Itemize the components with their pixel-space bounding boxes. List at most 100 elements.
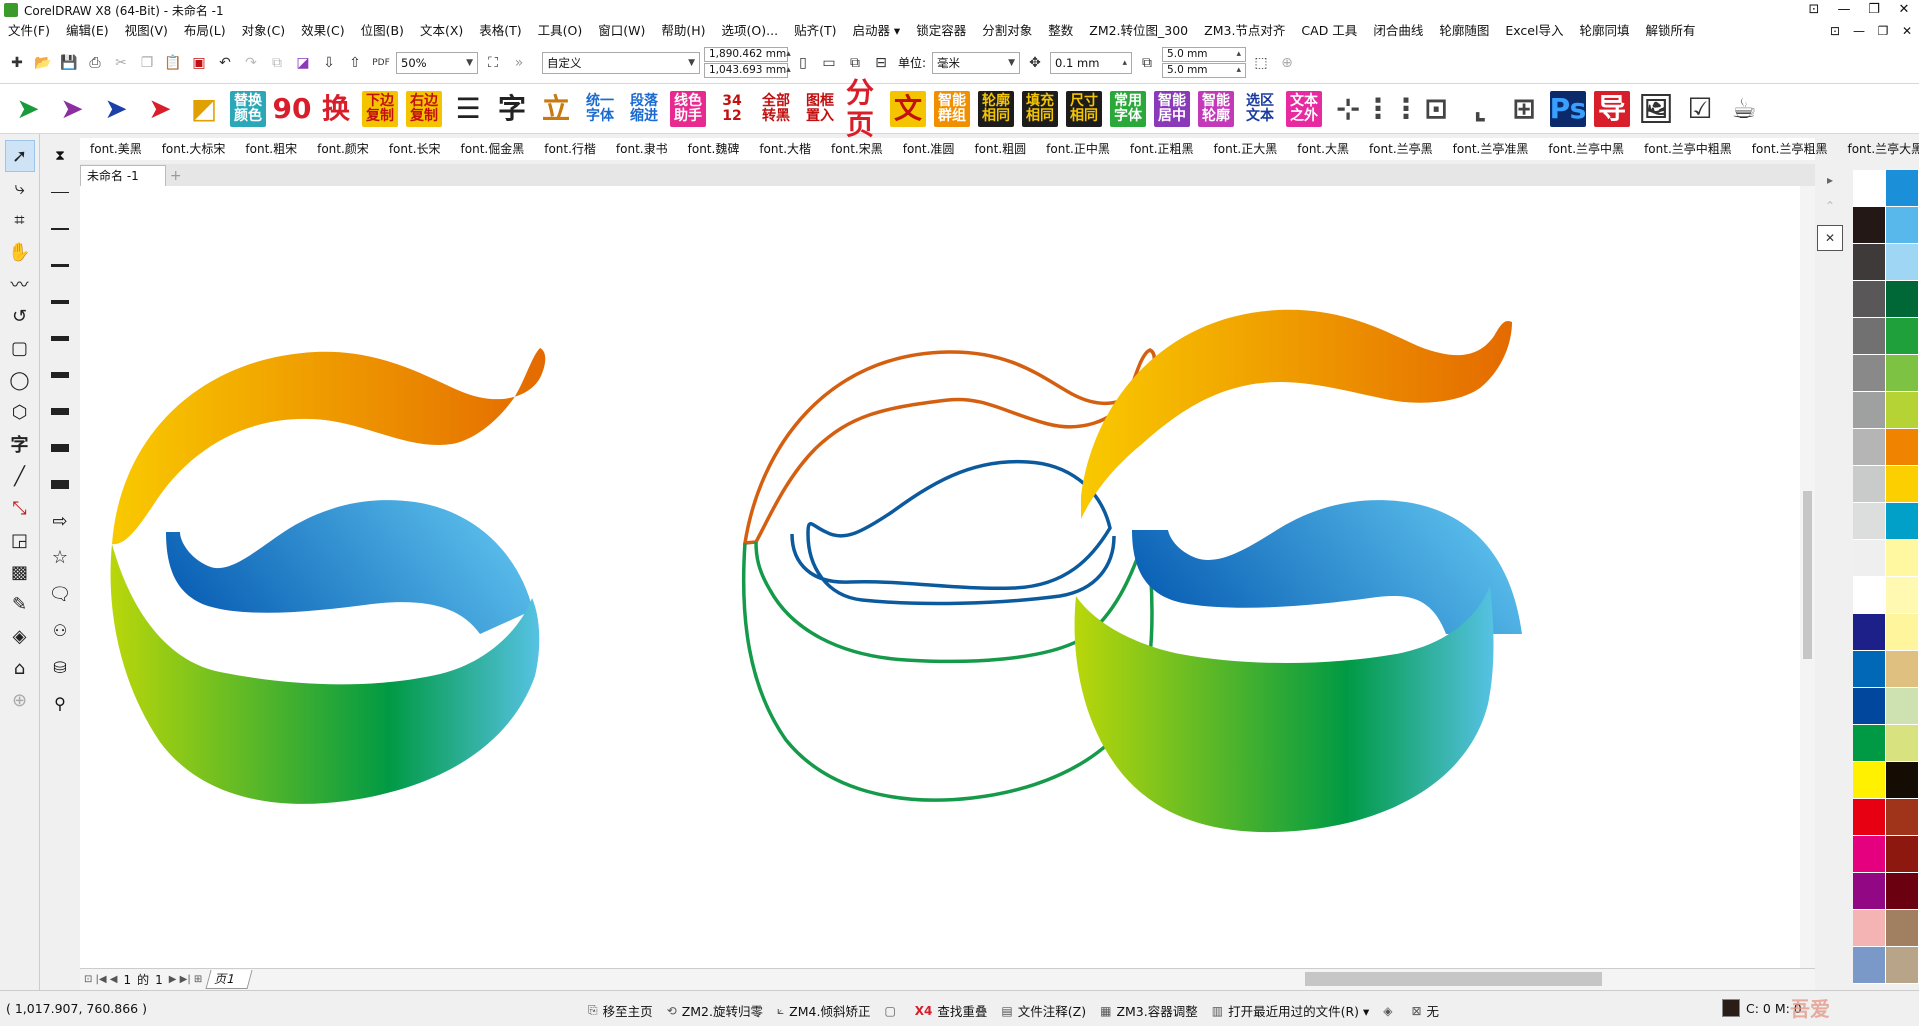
node-tool-icon[interactable]: ⚲ [45, 686, 75, 723]
zoom-level-select[interactable]: 50% ▼ [396, 51, 478, 74]
status-macro-button[interactable]: ⟀ ZM4.倾斜矫正 [777, 1001, 870, 1020]
dup-y-input[interactable]: 5.0 mm ▴ [1162, 63, 1247, 78]
menu-item[interactable]: 对象(C) [234, 20, 293, 42]
font-shortcut[interactable]: font.长宋 [379, 138, 451, 160]
color-swatch[interactable] [1886, 207, 1919, 244]
color-swatch[interactable] [1853, 503, 1886, 540]
menu-item[interactable]: 解锁所有 [1637, 20, 1703, 42]
new-tab-icon[interactable]: + [166, 166, 186, 186]
status-macro-button[interactable]: ▢ [884, 1001, 900, 1020]
import-icon[interactable]: ⇩ [318, 52, 340, 74]
font-shortcut[interactable]: font.行楷 [534, 138, 606, 160]
fill-swatch[interactable] [1722, 999, 1740, 1017]
color-swatch[interactable] [1853, 281, 1886, 318]
transparency-icon[interactable]: ▩ [5, 556, 35, 588]
plugin-cut-icon[interactable]: ⌞ [1462, 90, 1498, 127]
color-swatch[interactable] [1853, 688, 1886, 725]
next-page-icon[interactable]: ▶ ▶| ⊞ [169, 974, 203, 985]
page-height-input[interactable]: 1,043.693 mm ▴ [704, 63, 791, 78]
shape-group-icon[interactable]: ⚇ [45, 613, 75, 650]
plugin-paragraph-indent[interactable]: 段落 缩进 [626, 90, 662, 127]
plugin-photoshop-icon[interactable]: Ps [1550, 90, 1586, 127]
vertical-scroll-thumb[interactable] [1803, 491, 1812, 659]
outline-width-2[interactable] [45, 248, 75, 285]
plugin-list-icon[interactable]: ☰ [450, 90, 486, 127]
smart-fill-icon[interactable]: ⌂ [5, 652, 35, 684]
menu-item[interactable]: 闭合曲线 [1365, 20, 1431, 42]
cut-icon[interactable]: ✂ [110, 52, 132, 74]
status-macro-button[interactable]: ⎘ 移至主页 [588, 1001, 653, 1020]
plugin-unify-font[interactable]: 统一 字体 [582, 90, 618, 127]
plugin-replace-color[interactable]: 替换 颜色 [230, 90, 266, 127]
color-swatch[interactable] [1886, 577, 1919, 614]
doc-minimize-button[interactable]: — [1847, 20, 1871, 42]
plugin-check-image-icon[interactable]: ☑ [1682, 90, 1718, 127]
page-preset-select[interactable]: 自定义 ▼ [542, 51, 700, 74]
menu-item[interactable]: 整数 [1040, 20, 1081, 42]
color-swatch[interactable] [1853, 540, 1886, 577]
plugin-rotate-90[interactable]: 90 [273, 90, 311, 127]
publish-pdf-icon[interactable]: PDF [370, 52, 392, 74]
font-shortcut[interactable]: font.倔金黑 [451, 138, 535, 160]
color-swatch[interactable] [1853, 466, 1886, 503]
status-macro-button[interactable]: ▤ 文件注释(Z) [1001, 1001, 1086, 1020]
font-shortcut[interactable]: font.兰亭黑 [1359, 138, 1443, 160]
interactive-fill-icon[interactable]: ◈ [5, 620, 35, 652]
color-swatch[interactable] [1886, 836, 1919, 873]
logo-filled-right[interactable] [1074, 309, 1522, 833]
document-tab[interactable]: 未命名 -1 [80, 165, 166, 186]
font-shortcut[interactable]: font.兰亭准黑 [1443, 138, 1539, 160]
font-shortcut[interactable]: font.大标宋 [152, 138, 236, 160]
menu-item[interactable]: 轮廓随图 [1431, 20, 1497, 42]
color-swatch[interactable] [1853, 651, 1886, 688]
pan-tool-icon[interactable]: ✋ [5, 236, 35, 268]
color-swatch[interactable] [1886, 651, 1919, 688]
landscape-icon[interactable]: ▭ [818, 52, 840, 74]
connector-tool-icon[interactable]: ⤡ [5, 492, 35, 524]
plugin-num-34-12[interactable]: 34 12 [714, 90, 750, 127]
new-document-icon[interactable]: ✚ [6, 52, 28, 74]
color-swatch[interactable] [1853, 355, 1886, 392]
font-shortcut[interactable]: font.正中黑 [1036, 138, 1120, 160]
font-shortcut[interactable]: font.准圆 [893, 138, 965, 160]
plugin-swap[interactable]: 换 [318, 90, 354, 127]
color-swatch[interactable] [1853, 947, 1886, 984]
menu-item[interactable]: 效果(C) [293, 20, 352, 42]
menu-item[interactable]: 分割对象 [974, 20, 1040, 42]
font-shortcut[interactable]: font.隶书 [606, 138, 678, 160]
plugin-node-icon[interactable]: ⊞ [1506, 90, 1542, 127]
plugin-distribute-icon[interactable]: ⋮⋮ [1364, 90, 1420, 127]
plugin-stand-icon[interactable]: 立 [538, 90, 574, 127]
outline-width-1[interactable] [45, 211, 75, 248]
plugin-copy-below[interactable]: 下边 复制 [362, 90, 398, 127]
plugin-smart-outline[interactable]: 智能 轮廓 [1198, 90, 1234, 127]
font-shortcut[interactable]: font.正粗黑 [1120, 138, 1204, 160]
full-screen-icon[interactable]: ⛶ [482, 52, 504, 74]
toolbox-icon[interactable]: ▣ [188, 52, 210, 74]
current-page-icon[interactable]: ⊟ [870, 52, 892, 74]
dup-x-input[interactable]: 5.0 mm ▴ [1162, 47, 1247, 62]
menu-item[interactable]: Excel导入 [1497, 20, 1571, 42]
status-macro-button[interactable]: ⊠ 无 [1411, 1001, 1439, 1020]
doc-close-button[interactable]: ✕ [1895, 20, 1919, 42]
horizontal-scroll-thumb[interactable] [1305, 972, 1602, 986]
font-shortcut[interactable]: font.粗圆 [964, 138, 1036, 160]
text-tool-icon[interactable]: 字 [5, 428, 35, 460]
menu-item[interactable]: ZM3.节点对齐 [1196, 20, 1293, 42]
outline-width-6[interactable] [45, 394, 75, 431]
color-swatch[interactable] [1853, 577, 1886, 614]
save-icon[interactable]: 💾 [58, 52, 80, 74]
color-swatch[interactable] [1886, 799, 1919, 836]
plugin-copy-right[interactable]: 右边 复制 [406, 90, 442, 127]
portrait-icon[interactable]: ▯ [792, 52, 814, 74]
treat-as-filled-icon[interactable]: ⬚ [1250, 52, 1272, 74]
restore-icon[interactable]: ⊡ [1799, 0, 1829, 20]
color-swatch[interactable] [1886, 244, 1919, 281]
menu-item[interactable]: 视图(V) [117, 20, 176, 42]
plugin-same-outline[interactable]: 轮廓 相同 [978, 90, 1014, 127]
color-swatch[interactable] [1853, 836, 1886, 873]
hourglass-icon[interactable]: ⧗ [45, 138, 75, 175]
plugin-common-font[interactable]: 常用 字体 [1110, 90, 1146, 127]
status-macro-button[interactable]: ▥ 打开最近用过的文件(R) ▾ [1212, 1001, 1370, 1020]
color-swatch[interactable] [1853, 799, 1886, 836]
